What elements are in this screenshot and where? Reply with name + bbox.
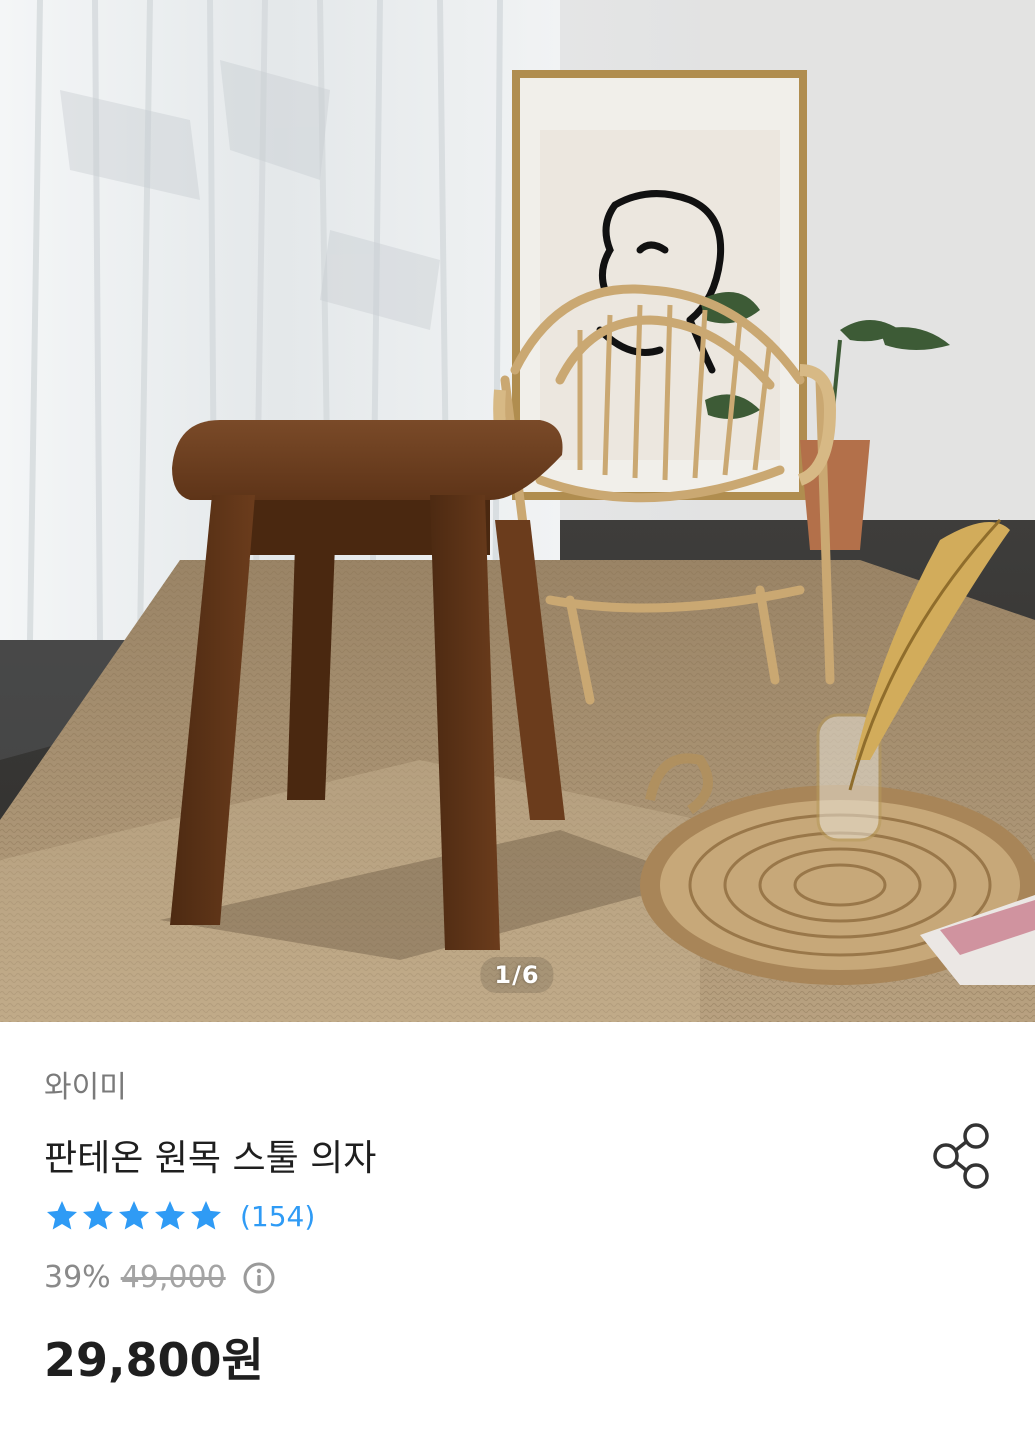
review-count[interactable]: (154) (240, 1200, 315, 1233)
star-icon (119, 1201, 149, 1230)
star-rating (44, 1198, 224, 1234)
rating-row[interactable]: (154) (44, 1198, 315, 1234)
product-image[interactable]: 1/6 (0, 0, 1035, 1022)
star-icon (155, 1201, 185, 1230)
share-icon (933, 1123, 989, 1189)
discount-rate: 39% (44, 1260, 111, 1295)
star-icon (191, 1201, 221, 1230)
sale-price: 29,800원 (44, 1333, 264, 1387)
original-price: 49,000 (120, 1260, 226, 1295)
product-info: 와이미 판테온 원목 스툴 의자 (154) 39% 49,000 29,800… (0, 1022, 1035, 1440)
share-button[interactable] (930, 1122, 994, 1190)
discount-row: 39% 49,000 (44, 1260, 276, 1295)
product-title: 판테온 원목 스툴 의자 (44, 1138, 377, 1179)
star-icon (83, 1201, 113, 1230)
star-icon (47, 1201, 77, 1230)
brand-name[interactable]: 와이미 (44, 1062, 127, 1106)
image-counter: 1/6 (480, 957, 554, 993)
info-circle-icon[interactable] (242, 1261, 276, 1295)
